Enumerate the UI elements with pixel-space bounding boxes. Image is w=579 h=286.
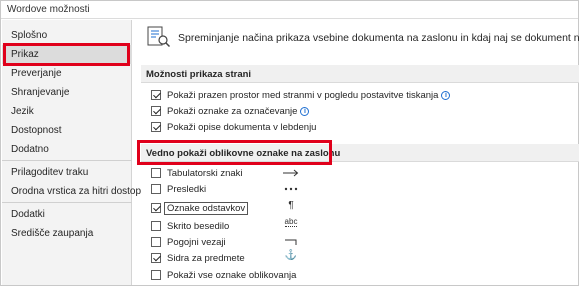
option-row[interactable]: Sidra za predmete [151,250,245,266]
checkbox-show-document-tooltips[interactable] [151,122,161,132]
option-row[interactable]: Skrito besedilo [151,218,229,234]
pilcrow-icon: ¶ [288,200,294,211]
checkbox-show-white-space[interactable] [151,90,161,100]
checkbox-paragraph-marks[interactable] [151,203,161,213]
document-display-icon [147,26,171,48]
sidebar-item-language[interactable]: Jezik [2,102,132,121]
sidebar-item-quick-access-toolbar[interactable]: Orodna vrstica za hitri dostop [2,182,141,201]
option-label: Oznake odstavkov [163,201,249,215]
section-page-display: Možnosti prikaza strani [141,65,579,83]
optional-hyphen-icon [285,239,297,245]
option-row[interactable]: Pogojni vezaji [151,234,226,250]
hidden-text-glyph: abc [284,217,298,227]
option-label: Pokaži vse oznake oblikovanja [167,269,297,281]
sidebar-item-save[interactable]: Shranjevanje [2,83,132,102]
sidebar-item-customize-ribbon[interactable]: Prilagoditev traku [2,163,132,182]
option-label: Pokaži opise dokumenta v lebdenju [167,121,317,133]
highlight-frame [3,43,130,66]
option-label: Pogojni vezaji [167,236,226,248]
option-label: Pokaži prazen prostor med stranmi v pogl… [167,89,439,101]
dialog-title: Wordove možnosti [1,1,578,19]
option-label: Presledki [167,183,207,195]
sidebar-item-proofing[interactable]: Preverjanje [2,64,132,83]
option-label: Sidra za predmete [167,252,245,264]
sidebar-item-accessibility[interactable]: Dostopnost [2,121,132,140]
panel-description: Spreminjanje načina prikaza vsebine doku… [178,32,579,44]
option-label: Skrito besedilo [167,220,230,232]
option-row[interactable]: Pokaži prazen prostor med stranmi v pogl… [151,87,451,103]
option-row[interactable]: Presledki [151,181,206,197]
sidebar-separator [2,202,132,203]
sidebar-item-add-ins[interactable]: Dodatki [2,205,132,224]
info-icon[interactable]: i [300,106,310,116]
option-row[interactable]: Tabulatorski znaki [151,165,243,181]
checkbox-show-all-formatting-marks[interactable] [151,270,161,280]
checkbox-hidden-text[interactable] [151,221,161,231]
sidebar-item-trust-center[interactable]: Središče zaupanja [2,224,132,243]
option-row[interactable]: Pokaži vse oznake oblikovanja [151,267,296,283]
word-options-dialog: Wordove možnosti Splošno Prikaz Preverja… [0,0,579,286]
display-options-panel: Spreminjanje načina prikaza vsebine doku… [133,20,579,285]
hidden-text-icon: abc [281,217,301,231]
checkbox-show-highlighter-marks[interactable] [151,106,161,116]
option-row[interactable]: Pokaži oznake za označevanje i [151,103,310,119]
highlight-frame [137,140,332,165]
checkbox-optional-hyphens[interactable] [151,237,161,247]
checkbox-tab-characters[interactable] [151,168,161,178]
options-sidebar: Splošno Prikaz Preverjanje Shranjevanje … [2,20,141,285]
option-label: Pokaži oznake za označevanje [167,105,298,117]
space-dots-icon [284,187,298,191]
checkbox-object-anchors[interactable] [151,253,161,263]
checkbox-spaces[interactable] [151,184,161,194]
tab-arrow-icon [283,169,299,177]
option-row[interactable]: Oznake odstavkov [151,200,249,216]
sidebar-item-advanced[interactable]: Dodatno [2,140,132,159]
option-row[interactable]: Pokaži opise dokumenta v lebdenju [151,119,316,135]
anchor-icon: ⚓ [284,250,298,261]
option-label: Tabulatorski znaki [167,167,243,179]
info-icon[interactable]: i [441,90,451,100]
sidebar-separator [2,160,132,161]
